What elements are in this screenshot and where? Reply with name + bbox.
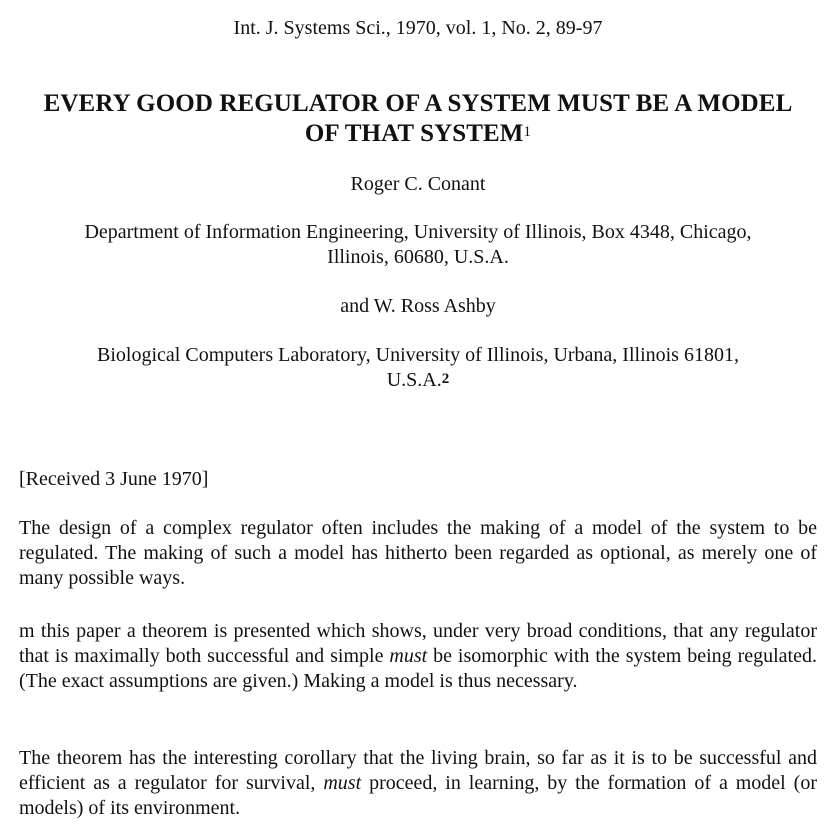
title-line-1: EVERY GOOD REGULATOR OF A SYSTEM MUST BE… xyxy=(43,90,793,117)
abstract-paragraph-2: m this paper a theorem is presented whic… xyxy=(19,619,817,694)
affiliation-ashby-line-1: Biological Computers Laboratory, Univers… xyxy=(97,344,739,366)
author-conant: Roger C. Conant xyxy=(350,173,486,195)
title-footnote-mark: 1 xyxy=(523,124,532,140)
abstract-p3-emphasis: must xyxy=(323,772,362,794)
affiliation-conant: Department of Information Engineering, U… xyxy=(20,220,816,270)
paper-page: Int. J. Systems Sci., 1970, vol. 1, No. … xyxy=(0,0,836,830)
affiliation-ashby: Biological Computers Laboratory, Univers… xyxy=(20,343,816,393)
affiliation-ashby-line-2: U.S.A. xyxy=(386,369,442,391)
journal-citation: Int. J. Systems Sci., 1970, vol. 1, No. … xyxy=(233,17,603,39)
paper-title: EVERY GOOD REGULATOR OF A SYSTEM MUST BE… xyxy=(10,89,826,149)
affiliation-conant-line-2: Illinois, 60680, U.S.A. xyxy=(327,246,509,268)
abstract-p2-emphasis: must xyxy=(389,645,428,667)
title-line-2: OF THAT SYSTEM xyxy=(304,120,524,147)
affiliation-ashby-footnote-mark: 2 xyxy=(441,371,450,387)
author-ashby: and W. Ross Ashby xyxy=(340,295,496,317)
received-date: [Received 3 June 1970] xyxy=(19,468,209,490)
abstract-paragraph-3: The theorem has the interesting corollar… xyxy=(19,746,817,821)
abstract-paragraph-1: The design of a complex regulator often … xyxy=(19,517,817,589)
affiliation-conant-line-1: Department of Information Engineering, U… xyxy=(84,221,752,243)
